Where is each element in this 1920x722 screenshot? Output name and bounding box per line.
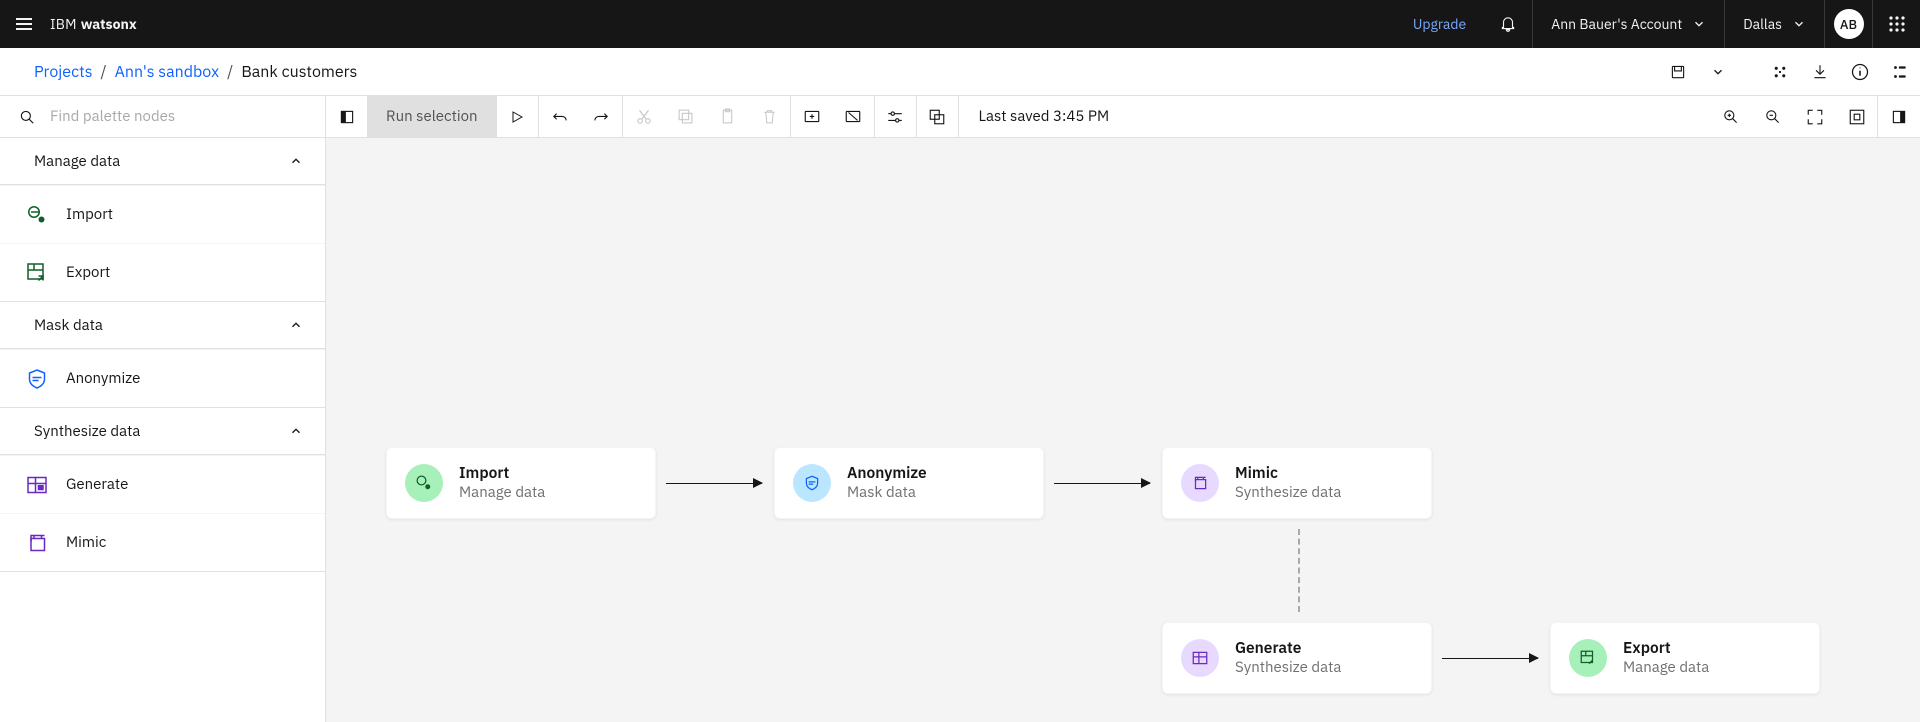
account-switcher[interactable]: Ann Bauer's Account bbox=[1532, 0, 1724, 48]
chevron-up-icon bbox=[289, 318, 303, 332]
node-subtitle: Synthesize data bbox=[1235, 658, 1341, 678]
import-icon bbox=[405, 464, 443, 502]
zoom-out-icon[interactable] bbox=[1752, 96, 1794, 137]
run-selection-button[interactable]: Run selection bbox=[368, 96, 497, 137]
node-title: Anonymize bbox=[847, 463, 927, 483]
palette-item-generate[interactable]: Generate bbox=[0, 455, 325, 513]
palette-search bbox=[0, 96, 326, 137]
node-title: Import bbox=[459, 463, 545, 483]
copy-icon bbox=[665, 96, 707, 137]
global-header: IBM watsonx Upgrade Ann Bauer's Account … bbox=[0, 0, 1920, 48]
collapse-palette-icon[interactable] bbox=[326, 96, 368, 137]
node-export[interactable]: Export Manage data bbox=[1550, 622, 1820, 694]
flow-canvas[interactable]: Import Manage data Anonymize Mask data M… bbox=[326, 138, 1920, 722]
brand-logo[interactable]: IBM watsonx bbox=[48, 15, 137, 33]
breadcrumb-project[interactable]: Ann's sandbox bbox=[115, 62, 220, 82]
palette-item-label: Generate bbox=[66, 475, 128, 494]
undo-icon[interactable] bbox=[539, 96, 581, 137]
generate-icon bbox=[24, 472, 50, 498]
shield-icon bbox=[24, 366, 50, 392]
palette-item-label: Export bbox=[66, 263, 110, 282]
cut-icon bbox=[623, 96, 665, 137]
palette-sidebar: Manage data Import Export Mask data bbox=[0, 138, 326, 722]
palette-item-export[interactable]: Export bbox=[0, 243, 325, 301]
chevron-down-icon bbox=[1792, 17, 1806, 31]
edge-import-anonymize bbox=[666, 483, 762, 484]
palette-item-anonymize[interactable]: Anonymize bbox=[0, 349, 325, 407]
node-title: Export bbox=[1623, 638, 1709, 658]
avatar[interactable]: AB bbox=[1824, 0, 1872, 48]
save-version-icon[interactable] bbox=[1658, 48, 1698, 96]
upgrade-link[interactable]: Upgrade bbox=[1395, 0, 1484, 48]
layers-icon[interactable] bbox=[917, 96, 959, 137]
avatar-initials: AB bbox=[1834, 9, 1864, 39]
node-anonymize[interactable]: Anonymize Mask data bbox=[774, 447, 1044, 519]
paste-icon bbox=[707, 96, 749, 137]
mimic-icon bbox=[1181, 464, 1219, 502]
panel-toggle-icon[interactable] bbox=[1880, 48, 1920, 96]
palette-item-import[interactable]: Import bbox=[0, 185, 325, 243]
chevron-down-icon bbox=[1692, 17, 1706, 31]
app-switcher-icon[interactable] bbox=[1872, 0, 1920, 48]
comment-add-icon[interactable] bbox=[791, 96, 833, 137]
node-mimic[interactable]: Mimic Synthesize data bbox=[1162, 447, 1432, 519]
save-dropdown-icon[interactable] bbox=[1698, 48, 1738, 96]
run-icon[interactable] bbox=[497, 96, 539, 137]
section-mask-data[interactable]: Mask data bbox=[0, 302, 325, 348]
zoom-in-icon[interactable] bbox=[1710, 96, 1752, 137]
node-generate[interactable]: Generate Synthesize data bbox=[1162, 622, 1432, 694]
edge-mimic-generate bbox=[1298, 529, 1300, 612]
breadcrumb-projects[interactable]: Projects bbox=[34, 62, 93, 82]
export-icon bbox=[1569, 639, 1607, 677]
palette-item-label: Mimic bbox=[66, 533, 106, 552]
export-icon bbox=[24, 260, 50, 286]
node-subtitle: Synthesize data bbox=[1235, 483, 1341, 503]
section-manage-data[interactable]: Manage data bbox=[0, 138, 325, 184]
breadcrumb: Projects / Ann's sandbox / Bank customer… bbox=[0, 48, 1920, 96]
node-subtitle: Mask data bbox=[847, 483, 927, 503]
zoom-100-icon[interactable] bbox=[1836, 96, 1878, 137]
search-input[interactable] bbox=[50, 107, 325, 126]
account-name: Ann Bauer's Account bbox=[1551, 15, 1682, 33]
generate-icon bbox=[1181, 639, 1219, 677]
chevron-up-icon bbox=[289, 424, 303, 438]
shield-icon bbox=[793, 464, 831, 502]
region-name: Dallas bbox=[1743, 15, 1782, 33]
edge-generate-export bbox=[1442, 658, 1538, 659]
delete-icon bbox=[749, 96, 791, 137]
search-icon bbox=[18, 108, 36, 126]
mimic-icon bbox=[24, 530, 50, 556]
ai-settings-icon[interactable] bbox=[1760, 48, 1800, 96]
palette-item-mimic[interactable]: Mimic bbox=[0, 513, 325, 571]
notifications-icon[interactable] bbox=[1484, 0, 1532, 48]
section-synthesize-data[interactable]: Synthesize data bbox=[0, 408, 325, 454]
breadcrumb-current: Bank customers bbox=[241, 62, 357, 82]
download-icon[interactable] bbox=[1800, 48, 1840, 96]
redo-icon[interactable] bbox=[581, 96, 623, 137]
expand-panel-icon[interactable] bbox=[1878, 96, 1920, 137]
edge-anonymize-mimic bbox=[1054, 483, 1150, 484]
comment-hide-icon[interactable] bbox=[833, 96, 875, 137]
brand-product: watsonx bbox=[81, 15, 137, 33]
node-import[interactable]: Import Manage data bbox=[386, 447, 656, 519]
node-title: Mimic bbox=[1235, 463, 1341, 483]
node-title: Generate bbox=[1235, 638, 1341, 658]
menu-icon[interactable] bbox=[0, 0, 48, 48]
editor-toolbar: Run selection Last saved 3:45 PM bbox=[0, 96, 1920, 138]
palette-item-label: Import bbox=[66, 205, 113, 224]
settings-sliders-icon[interactable] bbox=[875, 96, 917, 137]
node-subtitle: Manage data bbox=[459, 483, 545, 503]
info-icon[interactable] bbox=[1840, 48, 1880, 96]
import-icon bbox=[24, 202, 50, 228]
node-subtitle: Manage data bbox=[1623, 658, 1709, 678]
chevron-up-icon bbox=[289, 154, 303, 168]
palette-item-label: Anonymize bbox=[66, 369, 140, 388]
region-switcher[interactable]: Dallas bbox=[1724, 0, 1824, 48]
brand-ibm: IBM bbox=[50, 15, 77, 33]
zoom-fit-icon[interactable] bbox=[1794, 96, 1836, 137]
last-saved-status: Last saved 3:45 PM bbox=[959, 96, 1130, 137]
